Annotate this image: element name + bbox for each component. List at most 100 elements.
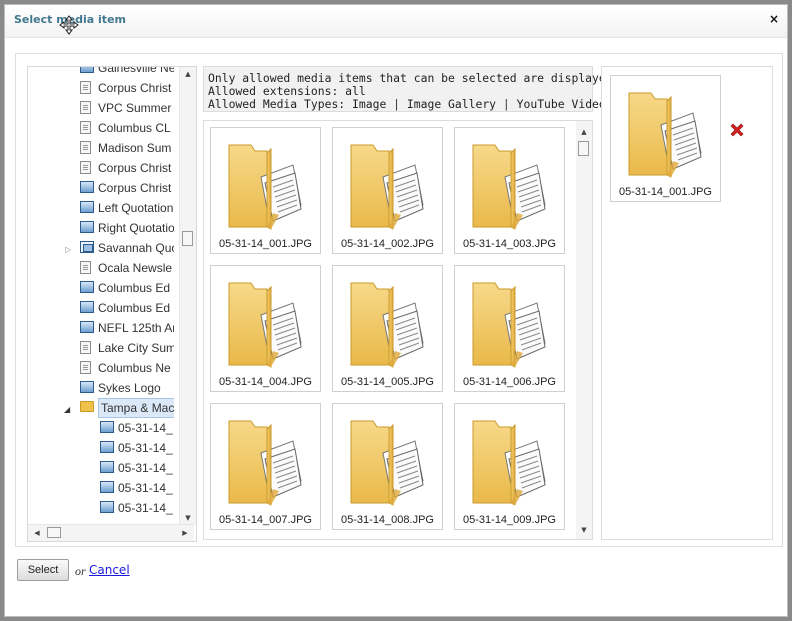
tree-item[interactable]: Lake City Sum <box>28 339 174 359</box>
media-tile[interactable]: 05-31-14_005.JPG <box>332 265 443 392</box>
media-tree[interactable]: Gainesville Ne Corpus Christ VPC Summer Col… <box>27 66 197 542</box>
scroll-up-icon[interactable]: ▲ <box>180 67 196 81</box>
tree-item-label: Columbus CL <box>98 121 171 135</box>
tree-item[interactable]: Columbus Ed <box>28 279 174 299</box>
move-cursor-icon <box>59 15 79 35</box>
remove-selected-icon[interactable] <box>728 121 746 139</box>
media-tile[interactable]: 05-31-14_001.JPG <box>210 127 321 254</box>
expand-icon[interactable]: ▷ <box>65 241 71 259</box>
tree-item-label: 05-31-14_ <box>118 481 173 495</box>
tree-item[interactable]: Corpus Christ <box>28 179 174 199</box>
image-icon <box>80 201 94 213</box>
tree-item-label: 05-31-14_ <box>118 421 173 435</box>
scroll-down-icon[interactable]: ▼ <box>180 511 196 525</box>
folder-documents-icon <box>343 273 431 373</box>
scroll-up-icon[interactable]: ▲ <box>576 125 592 139</box>
types-label: Allowed Media Types: <box>208 97 346 111</box>
tree-item[interactable]: 05-31-14_ <box>28 439 174 459</box>
tree-item-label: Madison Sum <box>98 141 172 155</box>
folder-documents-icon <box>343 135 431 235</box>
tree-horizontal-scrollbar[interactable]: ◀ ▶ <box>28 524 194 541</box>
tree-item-label: Corpus Christ <box>98 181 172 195</box>
tree-item-label: Tampa & Mac <box>98 398 174 418</box>
tree-item-label: Columbus Ed <box>98 281 171 295</box>
tree-item[interactable]: Corpus Christ <box>28 79 174 99</box>
select-button[interactable]: Select <box>17 559 69 581</box>
media-tile-label: 05-31-14_001.JPG <box>219 238 312 250</box>
media-tile[interactable]: 05-31-14_002.JPG <box>332 127 443 254</box>
media-tile-label: 05-31-14_007.JPG <box>219 514 312 526</box>
tree-scroll-thumb[interactable] <box>182 231 193 246</box>
tree-item[interactable]: 05-31-14_ <box>28 479 174 499</box>
image-icon <box>80 321 94 333</box>
tree-item-label: 05-31-14_ <box>118 461 173 475</box>
tree-item[interactable]: Madison Sum <box>28 139 174 159</box>
tree-item[interactable]: Left Quotation <box>28 199 174 219</box>
document-icon <box>80 101 91 114</box>
media-grid[interactable]: 05-31-14_001.JPG 05-31-14_002.JPG 05-31-14… <box>203 120 593 540</box>
tree-item-label: Columbus Ne <box>98 361 171 375</box>
tree-item[interactable]: ◢ Tampa & Mac <box>28 398 174 419</box>
type-image-gallery: Image Gallery <box>406 97 497 111</box>
image-icon <box>80 281 94 293</box>
folder-documents-icon <box>465 135 553 235</box>
tree-item[interactable]: Ocala Newsle <box>28 259 174 279</box>
document-icon <box>80 261 91 274</box>
scroll-left-icon[interactable]: ◀ <box>30 525 44 541</box>
scroll-right-icon[interactable]: ▶ <box>178 525 192 541</box>
grid-vertical-scrollbar[interactable]: ▲ ▼ <box>576 121 592 539</box>
media-tile-label: 05-31-14_009.JPG <box>463 514 556 526</box>
media-tile-label: 05-31-14_008.JPG <box>341 514 434 526</box>
document-icon <box>80 81 91 94</box>
tree-item[interactable]: Sykes Logo <box>28 379 174 399</box>
media-tile[interactable]: 05-31-14_007.JPG <box>210 403 321 530</box>
tree-item[interactable]: VPC Summer <box>28 99 174 119</box>
collapse-icon[interactable]: ◢ <box>64 401 70 419</box>
tree-item-label: Right Quotatio <box>98 221 174 235</box>
media-tile[interactable]: 05-31-14_006.JPG <box>454 265 565 392</box>
type-youtube-video: YouTube Video <box>516 97 606 111</box>
folder-documents-icon <box>343 411 431 511</box>
tree-item[interactable]: Right Quotatio <box>28 219 174 239</box>
folder-icon <box>80 401 94 412</box>
tree-hscroll-thumb[interactable] <box>47 527 61 538</box>
tree-item[interactable]: Columbus Ne <box>28 359 174 379</box>
image-icon <box>80 221 94 233</box>
folder-documents-icon <box>221 273 309 373</box>
media-tile[interactable]: 05-31-14_003.JPG <box>454 127 565 254</box>
tree-item-label: VPC Summer <box>98 101 172 115</box>
tree-item-label: 05-31-14_ <box>118 441 173 455</box>
tree-item-label: Corpus Christ <box>98 81 172 95</box>
image-icon <box>100 461 114 473</box>
media-tile[interactable]: 05-31-14_009.JPG <box>454 403 565 530</box>
media-tree-list[interactable]: Gainesville Ne Corpus Christ VPC Summer Col… <box>28 66 174 523</box>
grid-scroll-thumb[interactable] <box>578 141 589 156</box>
type-separator: | <box>502 97 510 111</box>
tree-item[interactable]: NEFL 125th Ar <box>28 319 174 339</box>
tree-item-label: NEFL 125th Ar <box>98 321 174 335</box>
dialog-titlebar[interactable]: Select media item × <box>5 5 787 38</box>
image-icon <box>80 381 94 393</box>
tree-item[interactable]: Corpus Christ <box>28 159 174 179</box>
selected-items-panel: 05-31-14_001.JPG <box>601 66 773 540</box>
tree-item-label: Gainesville Ne <box>98 66 174 75</box>
tree-item[interactable]: 05-31-14_ <box>28 419 174 439</box>
document-icon <box>80 161 91 174</box>
selected-media-tile[interactable]: 05-31-14_001.JPG <box>610 75 721 202</box>
tree-item[interactable]: ▷ Savannah Quo <box>28 239 174 259</box>
scroll-down-icon[interactable]: ▼ <box>576 523 592 537</box>
media-tile[interactable]: 05-31-14_004.JPG <box>210 265 321 392</box>
folder-documents-icon <box>465 273 553 373</box>
cancel-link[interactable]: Cancel <box>89 563 130 577</box>
close-button[interactable]: × <box>769 12 779 26</box>
media-tile[interactable]: 05-31-14_008.JPG <box>332 403 443 530</box>
tree-item[interactable]: 05-31-14_ <box>28 459 174 479</box>
tree-item[interactable]: Columbus CL <box>28 119 174 139</box>
media-tile-label: 05-31-14_005.JPG <box>341 376 434 388</box>
tree-item[interactable]: Gainesville Ne <box>28 66 174 79</box>
tree-item[interactable]: 05-31-14_ <box>28 499 174 519</box>
gallery-icon <box>80 241 94 253</box>
folder-documents-icon <box>621 83 709 183</box>
tree-item[interactable]: Columbus Ed <box>28 299 174 319</box>
tree-vertical-scrollbar[interactable]: ▲ ▼ <box>179 67 196 525</box>
